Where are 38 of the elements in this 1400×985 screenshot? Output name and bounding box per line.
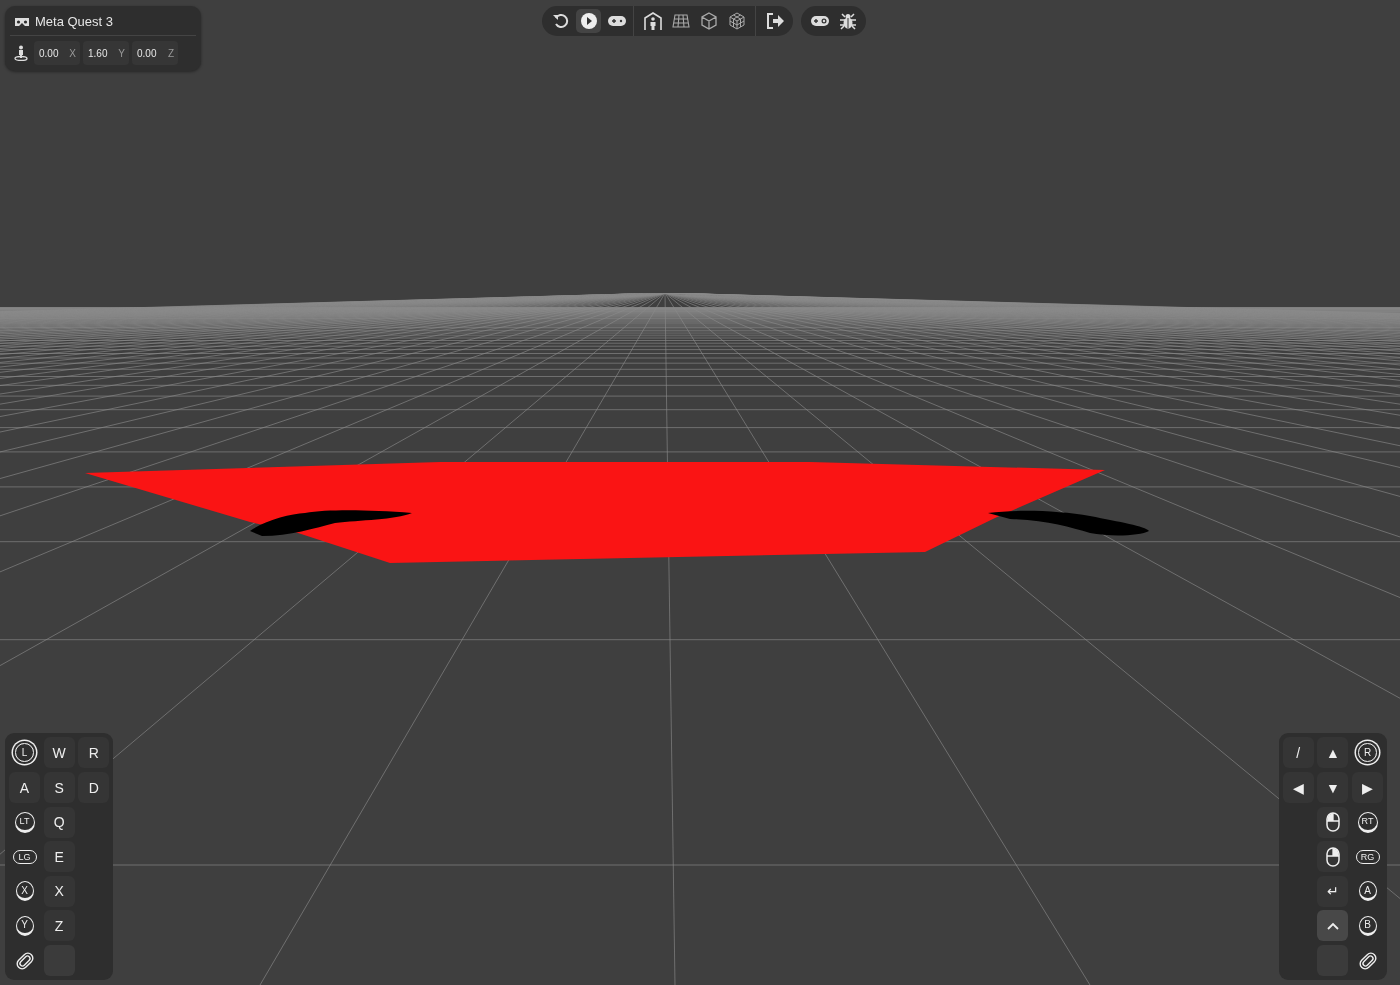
coordinate-field[interactable]: 0.00 Z [132, 41, 178, 65]
mouse-icon [1325, 812, 1340, 833]
key-button[interactable]: S [43, 772, 75, 804]
reset-icon [551, 12, 570, 30]
mouse-left-button[interactable] [1317, 806, 1349, 838]
play-button[interactable] [576, 9, 601, 33]
grid-plane-icon [671, 13, 690, 29]
device-title: Meta Quest 3 [35, 14, 114, 29]
headset-icon [14, 16, 30, 27]
gamepad-icon [606, 14, 627, 28]
key-button[interactable]: / [1282, 737, 1314, 769]
key-button[interactable]: ↵ [1317, 875, 1349, 907]
play-icon [579, 12, 598, 30]
bug-icon [838, 12, 857, 30]
key-button[interactable]: ▲ [1317, 737, 1349, 769]
gamepad-gear-icon [809, 14, 830, 28]
coordinate-field[interactable]: 1.60 Y [83, 41, 129, 65]
cube-icon [699, 12, 718, 30]
key-button[interactable]: Q [43, 806, 75, 838]
chevron-up-button[interactable] [1317, 910, 1349, 942]
key-button[interactable]: D [78, 772, 110, 804]
key-button[interactable]: ▼ [1317, 772, 1349, 804]
person-in-house-icon [642, 11, 663, 31]
key-button[interactable]: Z [43, 910, 75, 942]
chevron-up-icon [1326, 921, 1339, 930]
mesh-cube-icon [727, 12, 746, 30]
mouse-right-button[interactable] [1317, 841, 1349, 873]
key-button[interactable]: E [43, 841, 75, 873]
key-button[interactable]: X [43, 875, 75, 907]
key-button[interactable]: R [78, 737, 110, 769]
mouse-icon [1325, 846, 1340, 867]
key-button[interactable]: W [43, 737, 75, 769]
coordinate-field[interactable]: 0.00 X [34, 41, 80, 65]
person-position-icon [13, 45, 29, 61]
key-button[interactable]: ▶ [1352, 772, 1383, 804]
key-button[interactable]: ◀ [1282, 772, 1314, 804]
key-button[interactable]: A [9, 772, 40, 804]
exit-icon [764, 12, 785, 30]
